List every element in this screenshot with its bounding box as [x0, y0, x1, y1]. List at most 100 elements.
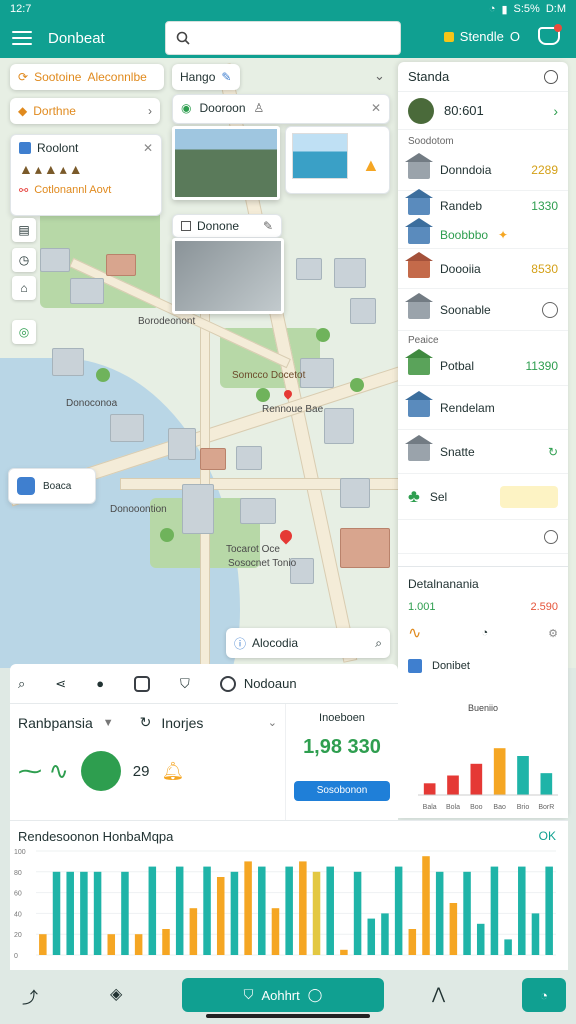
- detail-row[interactable]: Donibet: [398, 659, 568, 673]
- building: [236, 446, 262, 470]
- badge-card[interactable]: Boaca: [8, 468, 96, 504]
- mode-selector[interactable]: Nodoaun: [219, 675, 297, 692]
- clock-icon: [219, 675, 236, 692]
- info-icon: ⓘ: [234, 636, 247, 651]
- close-icon[interactable]: ✕: [143, 141, 153, 155]
- map-label: Somcco Docetot: [232, 370, 306, 381]
- map-toggle-button[interactable]: ◔: [522, 978, 566, 1012]
- compass-icon[interactable]: ◈: [110, 984, 122, 1004]
- layers-icon[interactable]: ⋀: [432, 984, 445, 1004]
- app-bar: Donbeat Stendle O: [0, 18, 576, 58]
- chat-icon[interactable]: ●: [96, 676, 104, 691]
- map-label: Tocarot Oce: [226, 544, 280, 555]
- list-item[interactable]: Doooiia 8530: [398, 249, 568, 289]
- kpi-select[interactable]: Ranbpansia: [18, 715, 93, 731]
- primary-action-label: Aohhrt: [261, 987, 300, 1003]
- building: [324, 408, 354, 444]
- list-item[interactable]: Potbal 11390: [398, 346, 568, 386]
- list-item[interactable]: [398, 520, 568, 554]
- sparkline-icon: ⁓ ∿: [18, 757, 69, 785]
- building-icon: [405, 390, 433, 417]
- map-search-chip[interactable]: ⓘ Alocodia ⌕: [226, 628, 390, 658]
- y-tick-label: 20: [14, 932, 22, 939]
- detail-panel: Detalnanania 1.001 2.590 ∿ ◔ ⚙ Donibet B…: [398, 566, 568, 818]
- list-item[interactable]: Randeb 1330: [398, 189, 568, 221]
- chart-bar: [463, 871, 471, 955]
- collapse-icon[interactable]: ⌄: [374, 68, 385, 84]
- bell-icon[interactable]: 🔔︎: [161, 761, 184, 782]
- chevron-down-icon[interactable]: ⌄: [268, 716, 277, 729]
- skyline-icon: ▲▴▲▴▲: [19, 161, 85, 177]
- list-item[interactable]: Snatte ↻: [398, 430, 568, 474]
- chart-bar: [175, 866, 184, 955]
- studio-suffix: O: [509, 29, 520, 44]
- home-icon[interactable]: ⌂: [12, 276, 36, 300]
- chevron-down-icon[interactable]: ▼: [103, 717, 114, 729]
- chart-bar: [312, 871, 321, 955]
- filter-label: Sootoine: [34, 70, 82, 84]
- clock-icon[interactable]: ◷: [12, 248, 36, 272]
- lake-thumbnail: [292, 133, 348, 179]
- calendar-icon[interactable]: [134, 675, 151, 692]
- detail-icons: ∿ ◔ ⚙: [398, 623, 568, 643]
- filter-chip[interactable]: ⟳ Sootoine Aleconnlbe: [10, 64, 164, 90]
- list-item[interactable]: Rendelam: [398, 386, 568, 430]
- warning-icon: ▲: [362, 155, 380, 175]
- warning-icon: ✦: [498, 227, 509, 242]
- doc-icon: [408, 659, 422, 673]
- filter-chip[interactable]: Hango ✎: [172, 64, 240, 90]
- filter-chip[interactable]: ◆ Dorthne ›: [10, 98, 160, 124]
- edit-icon: ✎: [221, 70, 232, 84]
- settings-icon[interactable]: [544, 69, 558, 84]
- search-icon[interactable]: ⌕: [18, 676, 25, 692]
- search-input[interactable]: [198, 30, 378, 46]
- preview-card[interactable]: ▲: [285, 126, 390, 194]
- tree: [160, 528, 174, 542]
- settings-icon[interactable]: ⚙: [548, 627, 558, 640]
- close-icon[interactable]: ✕: [371, 101, 381, 115]
- y-tick-label: 40: [14, 911, 22, 918]
- location-pin[interactable]: [277, 527, 295, 545]
- layers-icon[interactable]: ▤: [12, 218, 36, 242]
- list-item[interactable]: Boobbbo ✦: [398, 217, 568, 249]
- building: [334, 258, 366, 288]
- panel-title: Standa: [408, 69, 450, 84]
- home-indicator: [206, 1014, 370, 1018]
- list-item[interactable]: Soonable: [398, 289, 568, 331]
- shield-icon[interactable]: ⛉: [180, 676, 190, 692]
- photo-thumbnail[interactable]: [172, 126, 280, 200]
- road: [120, 478, 420, 490]
- search-box[interactable]: [165, 21, 401, 55]
- chart-bar: [447, 775, 459, 795]
- x-tick-label: BorR: [538, 804, 554, 811]
- info-icon[interactable]: ◔: [481, 627, 488, 639]
- list-item[interactable]: Donndoia 2289: [398, 149, 568, 191]
- kpi-select[interactable]: Inorjes: [161, 715, 203, 731]
- studio-selector[interactable]: Stendle O: [443, 29, 520, 44]
- share-icon[interactable]: ⋖: [55, 676, 66, 692]
- chart-bar: [52, 871, 61, 955]
- app-title: Donbeat: [48, 29, 105, 47]
- popup-card[interactable]: ◉ Dooroon ♙ ✕: [172, 94, 390, 124]
- building: [168, 428, 196, 460]
- list-item-value: 8530: [531, 261, 558, 276]
- close-icon[interactable]: [544, 529, 558, 544]
- menu-icon[interactable]: [12, 31, 32, 45]
- building-icon: [405, 251, 433, 278]
- list-item[interactable]: ♣ Sel: [398, 474, 568, 520]
- compass-icon[interactable]: ◎: [12, 320, 36, 344]
- share-icon[interactable]: ⤴: [22, 984, 38, 1008]
- chart-title: Bueniio: [468, 703, 498, 713]
- info-icon[interactable]: [542, 301, 558, 318]
- refresh-icon[interactable]: ↻: [548, 445, 558, 459]
- chart-bar: [271, 908, 280, 955]
- popup-card[interactable]: Donone ✎: [172, 214, 282, 238]
- filter-label: Hango: [180, 70, 216, 84]
- info-card[interactable]: Roolont ✕ ▲▴▲▴▲ ⚯ Cotlonannl Aovt: [10, 134, 162, 216]
- refresh-icon[interactable]: ↻: [140, 714, 152, 731]
- primary-action-button[interactable]: ⛉ Aohhrt ◯: [182, 978, 384, 1012]
- panel-top-row[interactable]: 80:601 ›: [398, 92, 568, 130]
- kpi-action-button[interactable]: Sosobonon: [294, 781, 390, 801]
- aerial-thumbnail[interactable]: [172, 238, 284, 314]
- popup-title: Dooroon: [199, 101, 246, 115]
